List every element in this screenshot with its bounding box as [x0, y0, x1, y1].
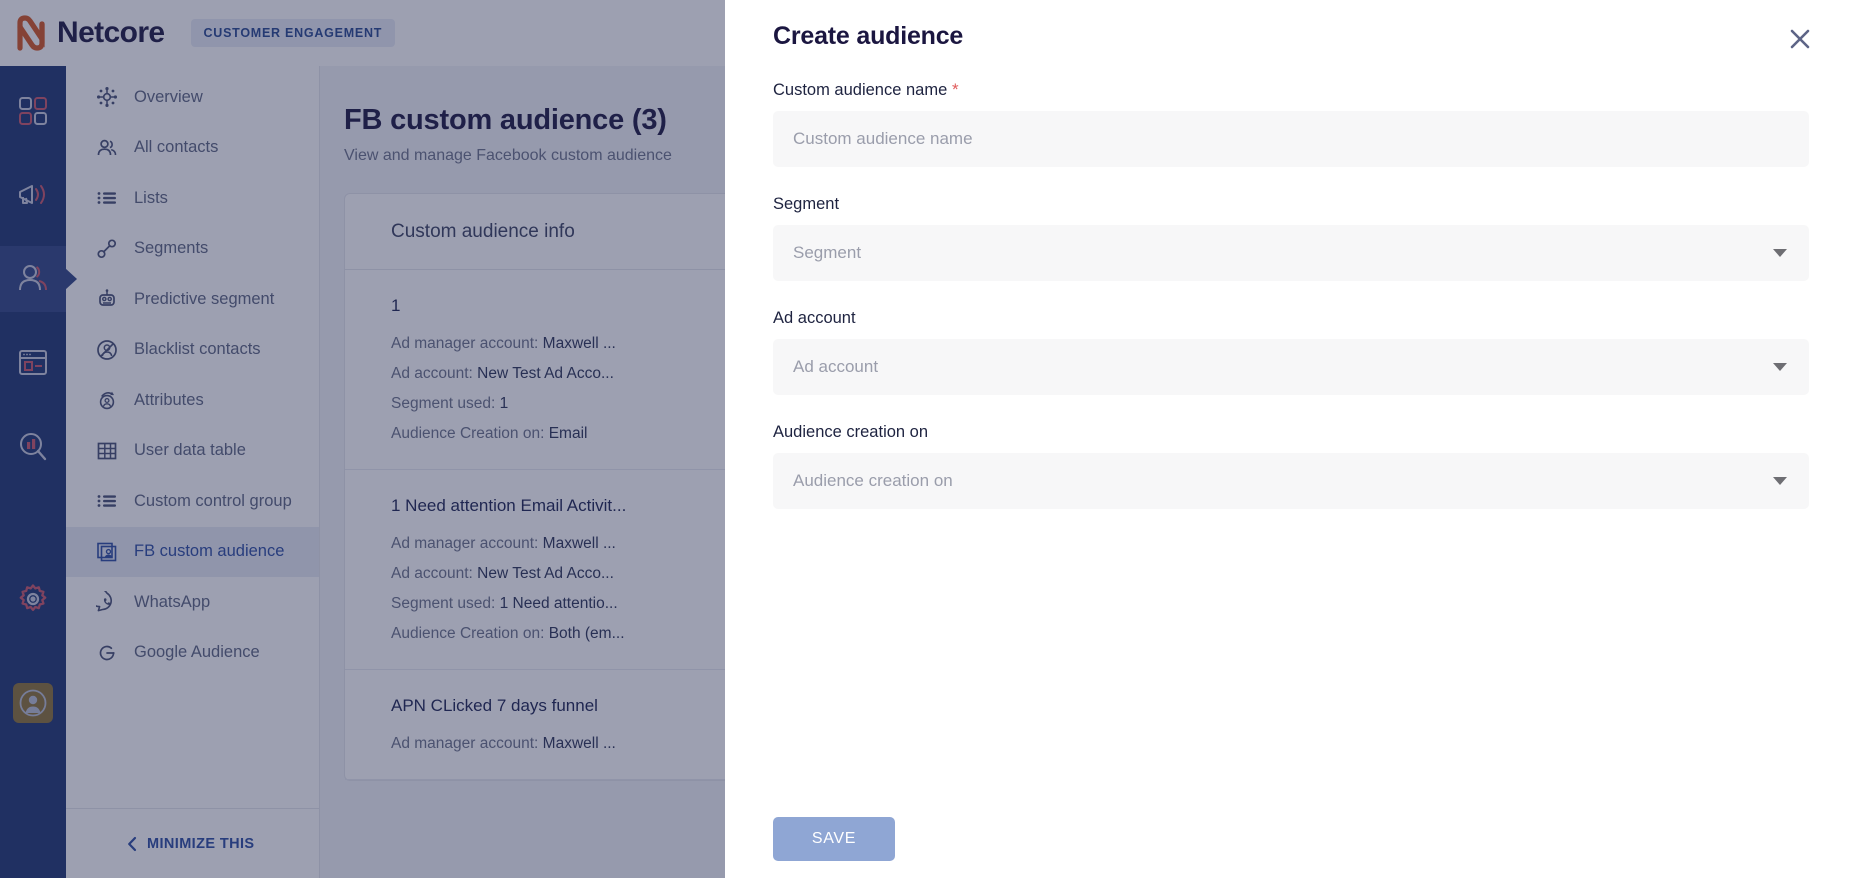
- custom-audience-name-input[interactable]: Custom audience name: [773, 111, 1809, 167]
- field-audience-creation-on: Audience creation on Audience creation o…: [773, 423, 1809, 509]
- chevron-down-icon: [1773, 477, 1787, 485]
- input-placeholder: Custom audience name: [793, 129, 973, 148]
- ad-account-select[interactable]: Ad account: [773, 339, 1809, 395]
- field-custom-audience-name: Custom audience name * Custom audience n…: [773, 80, 1809, 167]
- field-label: Audience creation on: [773, 423, 929, 441]
- field-segment: Segment Segment: [773, 195, 1809, 281]
- modal-scrim[interactable]: [0, 0, 725, 878]
- chevron-down-icon: [1773, 363, 1787, 371]
- field-label: Segment: [773, 195, 840, 213]
- required-asterisk: *: [947, 80, 959, 99]
- select-placeholder: Ad account: [793, 357, 879, 376]
- field-label-text: Custom audience name: [773, 81, 948, 99]
- audience-creation-on-select[interactable]: Audience creation on: [773, 453, 1809, 509]
- drawer-title: Create audience: [773, 22, 964, 50]
- field-label: Custom audience name *: [773, 80, 1809, 100]
- chevron-down-icon: [1773, 249, 1787, 257]
- field-label: Ad account: [773, 309, 856, 327]
- select-placeholder: Segment: [793, 243, 862, 262]
- field-ad-account: Ad account Ad account: [773, 309, 1809, 395]
- create-audience-drawer: Create audience Custom audience name * C…: [725, 0, 1857, 878]
- close-icon[interactable]: [1783, 22, 1817, 56]
- save-button[interactable]: SAVE: [773, 817, 895, 861]
- select-placeholder: Audience creation on: [793, 471, 953, 490]
- drawer-header: Create audience: [773, 0, 1810, 56]
- segment-select[interactable]: Segment: [773, 225, 1809, 281]
